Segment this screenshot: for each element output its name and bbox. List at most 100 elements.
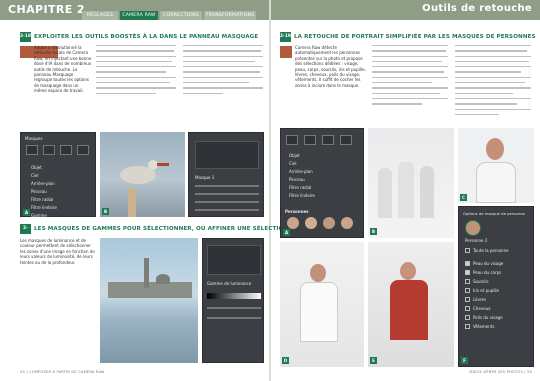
slider-track[interactable] <box>195 185 259 187</box>
mask-thumbnail <box>207 245 261 275</box>
option-label: Peau du corps <box>473 270 502 275</box>
mask-panel-settings[interactable]: Masque 1 <box>188 132 264 217</box>
slider-track[interactable] <box>195 209 259 211</box>
post-shape <box>128 188 136 217</box>
body-column-2 <box>372 45 450 109</box>
luminance-gradient[interactable] <box>207 293 261 299</box>
mask-panel[interactable]: Masques Objet Ciel Arrière-plan Pinceau … <box>20 132 96 218</box>
face-shape <box>400 262 416 280</box>
person-thumb-4[interactable] <box>341 217 353 229</box>
person-shape <box>398 162 414 218</box>
person-shape <box>378 168 392 218</box>
checkbox-cheveux[interactable] <box>465 306 470 311</box>
body-column-3 <box>183 45 265 98</box>
people-heading: Personnes <box>285 209 309 214</box>
mask-item[interactable]: Pinceau <box>31 189 47 194</box>
panel-title: Masques <box>25 136 43 141</box>
section-heading: La retouche de portrait simplifiée par l… <box>294 34 536 40</box>
section-heading: Les masques de gammes pour sélectionner,… <box>34 226 289 232</box>
checkbox-levres[interactable] <box>465 297 470 302</box>
sky-icon[interactable] <box>304 135 316 145</box>
body-column-2 <box>96 45 178 98</box>
mask-item[interactable]: Filtre radial <box>289 185 311 190</box>
subject-icon[interactable] <box>26 145 38 155</box>
figure-label-a: A <box>283 229 290 236</box>
group-photo: B <box>368 128 454 238</box>
body-text: Adobe a révolutionné la retouche locale … <box>34 45 92 94</box>
person-mask-options-panel[interactable]: Options de masque de personne Personne 2… <box>458 206 534 367</box>
option-label: Cheveux <box>473 306 491 311</box>
option-label: Iris et pupille <box>473 288 499 293</box>
mask-thumbnail <box>195 141 259 169</box>
page-footer: 54 | COMPOSER À PARTIR DE CAMERA RAW <box>20 370 105 374</box>
option-label: Lèvres <box>473 297 487 302</box>
checkbox-peau-visage[interactable] <box>465 261 470 266</box>
checkbox-vetements[interactable] <box>465 324 470 329</box>
section-badge: 2-19 <box>280 32 291 42</box>
body-text: Les masques de luminance et de couleur p… <box>20 238 95 265</box>
dome-shape <box>156 274 170 284</box>
checkbox-iris[interactable] <box>465 288 470 293</box>
mask-item[interactable]: Filtre linéaire <box>289 193 315 198</box>
slider-track[interactable] <box>207 307 261 309</box>
shirt-shape <box>476 162 516 203</box>
body-column-3 <box>455 45 533 119</box>
people-icon[interactable] <box>77 145 89 155</box>
background-icon[interactable] <box>60 145 72 155</box>
mask-item[interactable]: Filtre linéaire <box>31 205 57 210</box>
skyline-shape <box>108 282 192 298</box>
people-photo-1: D <box>280 242 364 367</box>
checkbox-peau-corps[interactable] <box>465 270 470 275</box>
person-thumb-2[interactable] <box>305 217 317 229</box>
venice-photo <box>100 238 198 363</box>
checkbox-poils-visage[interactable] <box>465 315 470 320</box>
mask-item[interactable]: Gamme <box>31 213 47 218</box>
mask-item[interactable]: Pinceau <box>289 177 305 182</box>
face-shape <box>310 264 326 282</box>
mask-item[interactable]: Arrière-plan <box>289 169 313 174</box>
figure-label-f: F <box>461 357 468 364</box>
people-mask-panel[interactable]: Objet Ciel Arrière-plan Pinceau Filtre r… <box>280 128 364 238</box>
figure-label-c: C <box>460 194 467 201</box>
figure-label-d: D <box>282 357 289 364</box>
slider-track[interactable] <box>195 193 259 195</box>
slider-track[interactable] <box>207 317 261 319</box>
mask-item[interactable]: Objet <box>31 165 42 170</box>
person-thumb-1[interactable] <box>287 217 299 229</box>
whole-person-checkbox[interactable] <box>465 248 470 253</box>
subject-icon[interactable] <box>286 135 298 145</box>
option-label: Peau du visage <box>473 261 504 266</box>
tab-transformations[interactable]: TRANSFORMATIONS <box>204 11 256 20</box>
option-label: Poils du visage <box>473 315 503 320</box>
mask-item[interactable]: Arrière-plan <box>31 181 55 186</box>
person-avatar[interactable] <box>465 220 481 236</box>
mask-item[interactable]: Ciel <box>289 161 296 166</box>
figure-label-b: B <box>370 228 377 235</box>
whole-person-label: Toute la personne <box>473 248 509 253</box>
tab-reglages[interactable]: RÉGLAGES <box>82 11 118 20</box>
people-photo-2: E <box>368 242 454 367</box>
luminance-panel[interactable]: Gamme de luminance <box>202 238 264 363</box>
chapter-title: CHAPITRE 2 <box>8 3 85 16</box>
option-label: Vêtements <box>473 324 495 329</box>
section-icon <box>280 46 292 58</box>
figure-label-b: B <box>102 208 109 215</box>
person-thumb-3[interactable] <box>323 217 335 229</box>
page-spine <box>269 0 271 381</box>
bird-photo: B <box>100 132 185 217</box>
mask-label: Gamme de luminance <box>207 281 252 286</box>
mask-item[interactable]: Objet <box>289 153 300 158</box>
background-icon[interactable] <box>322 135 334 145</box>
section-badge: 2-18b <box>20 224 31 241</box>
sky-icon[interactable] <box>43 145 55 155</box>
checkbox-sourcils[interactable] <box>465 279 470 284</box>
bird-beak <box>157 163 169 166</box>
mask-item[interactable]: Filtre radial <box>31 197 53 202</box>
slider-track[interactable] <box>195 201 259 203</box>
mask-label: Masque 1 <box>195 175 215 180</box>
object-icon[interactable] <box>340 135 352 145</box>
figure-label-a: A <box>23 209 30 216</box>
tab-corrections[interactable]: CORRECTIONS <box>160 11 202 20</box>
tab-camera-raw[interactable]: CAMERA RAW <box>120 11 158 20</box>
mask-item[interactable]: Ciel <box>31 173 38 178</box>
